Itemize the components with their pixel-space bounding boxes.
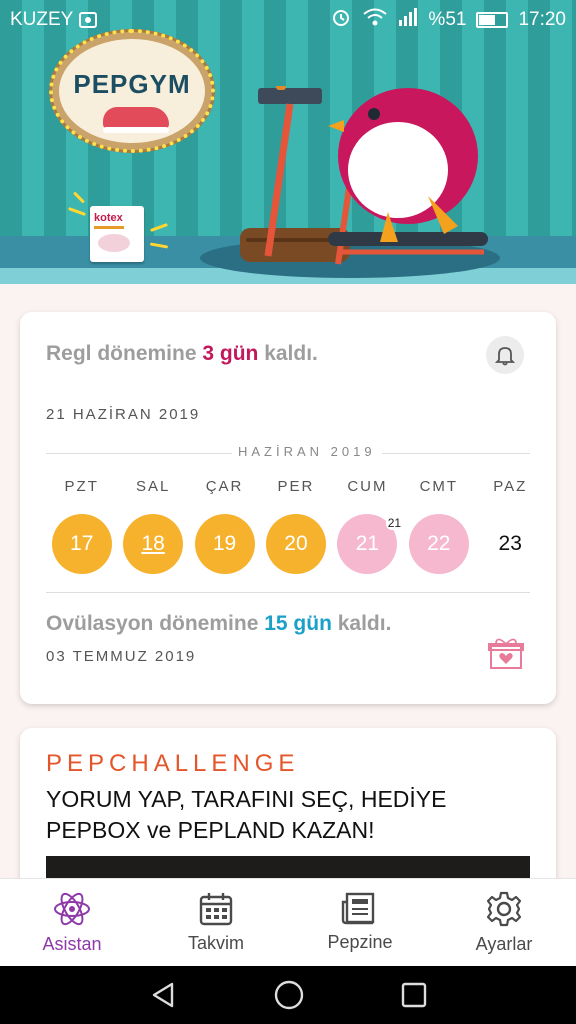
- period-date: 21 HAZİRAN 2019: [46, 406, 201, 423]
- pepchallenge-text: YORUM YAP, TARAFINI SEÇ, HEDİYE PEPBOX v…: [46, 786, 447, 843]
- nav-takvim[interactable]: Takvim: [144, 879, 288, 966]
- period-start-badge: 21: [385, 516, 404, 530]
- battery-icon: [476, 12, 509, 28]
- pepchallenge-title: PEPCHALLENGE: [46, 750, 300, 777]
- day-number: 19: [194, 514, 255, 574]
- nav-ayarlar[interactable]: Ayarlar: [432, 879, 576, 966]
- nav-asistan[interactable]: Asistan: [0, 879, 144, 966]
- pepgym-sign: PEPGYM: [49, 29, 215, 153]
- sneaker-illustration: [103, 107, 169, 133]
- gift-icon[interactable]: [488, 636, 524, 675]
- nav-label: Ayarlar: [475, 934, 533, 954]
- weekday-label: CMT: [419, 478, 459, 495]
- ovulation-countdown: Ovülasyon dönemine 15 gün kaldı.: [46, 612, 392, 635]
- reminder-button[interactable]: [486, 336, 524, 374]
- penguin-treadmill-illustration: [258, 86, 488, 265]
- wifi-icon: [362, 7, 388, 33]
- weekday-label: PER: [277, 478, 315, 495]
- day-number: 20: [265, 514, 326, 574]
- day-thursday[interactable]: PER 20: [260, 478, 331, 574]
- weekday-label: CUM: [347, 478, 388, 495]
- period-days: 3 gün: [202, 342, 259, 365]
- ovulation-days: 15 gün: [264, 612, 332, 635]
- weekday-label: ÇAR: [205, 478, 244, 495]
- day-number: 23: [498, 532, 522, 555]
- header-banner[interactable]: PEPGYM kotex: [0, 0, 576, 284]
- home-icon[interactable]: [273, 979, 305, 1011]
- card-divider: [46, 592, 530, 593]
- month-label: HAZİRAN 2019: [232, 444, 382, 459]
- kotex-product-box: kotex: [90, 206, 144, 262]
- notification-icon: [79, 12, 98, 28]
- nav-pepzine[interactable]: Pepzine: [288, 879, 432, 966]
- day-monday[interactable]: PZT 17: [46, 478, 117, 574]
- battery-percent: %51: [428, 9, 467, 30]
- clock: 17:20: [518, 9, 566, 30]
- cycle-card[interactable]: Regl dönemine 3 gün kaldı. 21 HAZİRAN 20…: [20, 312, 556, 704]
- month-header: HAZİRAN 2019: [46, 444, 530, 462]
- pepgym-sign-text: PEPGYM: [73, 69, 191, 99]
- day-saturday[interactable]: CMT 22: [403, 478, 474, 574]
- pepchallenge-card[interactable]: PEPCHALLENGE YORUM YAP, TARAFINI SEÇ, HE…: [20, 728, 556, 898]
- ovulation-date: 03 TEMMUZ 2019: [46, 648, 197, 665]
- weekday-label: PAZ: [493, 478, 528, 495]
- calendar-icon: [199, 893, 233, 926]
- newspaper-icon: [341, 892, 375, 925]
- bell-icon: [495, 347, 515, 366]
- day-number: 22: [408, 514, 469, 574]
- weekday-label: SAL: [135, 478, 171, 495]
- bottom-navigation: Asistan Takvim Pepzine Ayarlar: [0, 878, 576, 966]
- back-icon[interactable]: [148, 980, 178, 1010]
- weekday-label: PZT: [64, 478, 99, 495]
- nav-label: Asistan: [42, 934, 102, 954]
- day-number-today: 18: [123, 514, 184, 574]
- week-strip: PZT 17 SAL 18 ÇAR 19 PER 20 CUM 21 21 CM…: [46, 478, 546, 574]
- nav-label: Takvim: [187, 933, 244, 953]
- system-navigation-bar: [0, 966, 576, 1024]
- day-friday[interactable]: CUM 21 21: [332, 478, 404, 574]
- day-wednesday[interactable]: ÇAR 19: [189, 478, 260, 574]
- atom-icon: [54, 892, 90, 926]
- period-countdown: Regl dönemine 3 gün kaldı.: [46, 342, 318, 365]
- alarm-icon: [330, 6, 352, 34]
- day-tuesday[interactable]: SAL 18: [117, 478, 188, 574]
- day-sunday[interactable]: PAZ 23: [475, 478, 546, 574]
- signal-icon: [398, 8, 418, 32]
- nav-label: Pepzine: [327, 932, 393, 952]
- carrier-label: KUZEY: [10, 9, 74, 30]
- gear-icon: [486, 891, 522, 927]
- day-number: 17: [51, 514, 112, 574]
- recents-icon[interactable]: [400, 981, 428, 1009]
- status-bar: KUZEY %51 17:20: [0, 0, 576, 40]
- kotex-brand-text: kotex: [94, 212, 123, 224]
